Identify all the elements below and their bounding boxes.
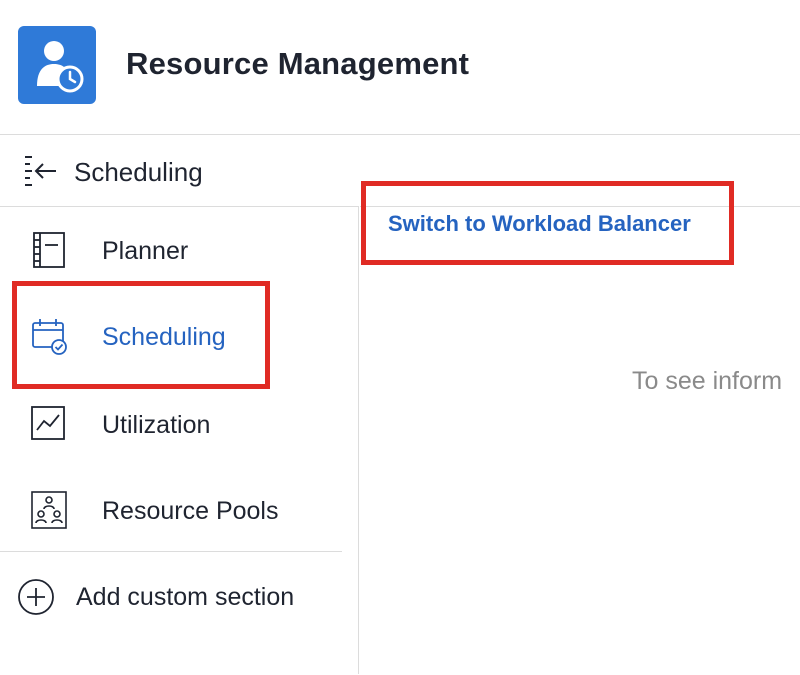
sidebar-divider (0, 551, 342, 552)
sidebar-item-label: Utilization (102, 411, 211, 439)
plus-circle-icon (16, 577, 56, 617)
section-title: Scheduling (74, 157, 203, 187)
sidebar-item-label: Resource Pools (102, 497, 279, 525)
scheduling-highlight-box (12, 281, 270, 389)
app-header: Resource Management (0, 0, 800, 135)
add-custom-section-label: Add custom section (76, 583, 295, 611)
resource-pools-icon (28, 489, 70, 531)
app-title: Resource Management (126, 46, 470, 81)
empty-state-text: To see inform (632, 367, 783, 395)
sidebar-item-planner[interactable]: Planner (0, 215, 359, 285)
collapse-left-icon[interactable] (22, 154, 62, 188)
sidebar-nav: Planner Scheduling Utilization Resource … (0, 206, 359, 674)
line-chart-icon (28, 403, 70, 445)
planner-icon (28, 229, 70, 271)
resource-clock-icon (18, 26, 96, 104)
sidebar-item-utilization[interactable]: Utilization (0, 387, 359, 457)
switch-link-highlight-box (361, 181, 734, 265)
sidebar-item-resource-pools[interactable]: Resource Pools (0, 473, 359, 543)
sidebar-item-label: Planner (102, 237, 189, 265)
add-custom-section-button[interactable]: Add custom section (0, 567, 342, 627)
main-content: Switch to Workload Balancer To see infor… (360, 206, 800, 675)
